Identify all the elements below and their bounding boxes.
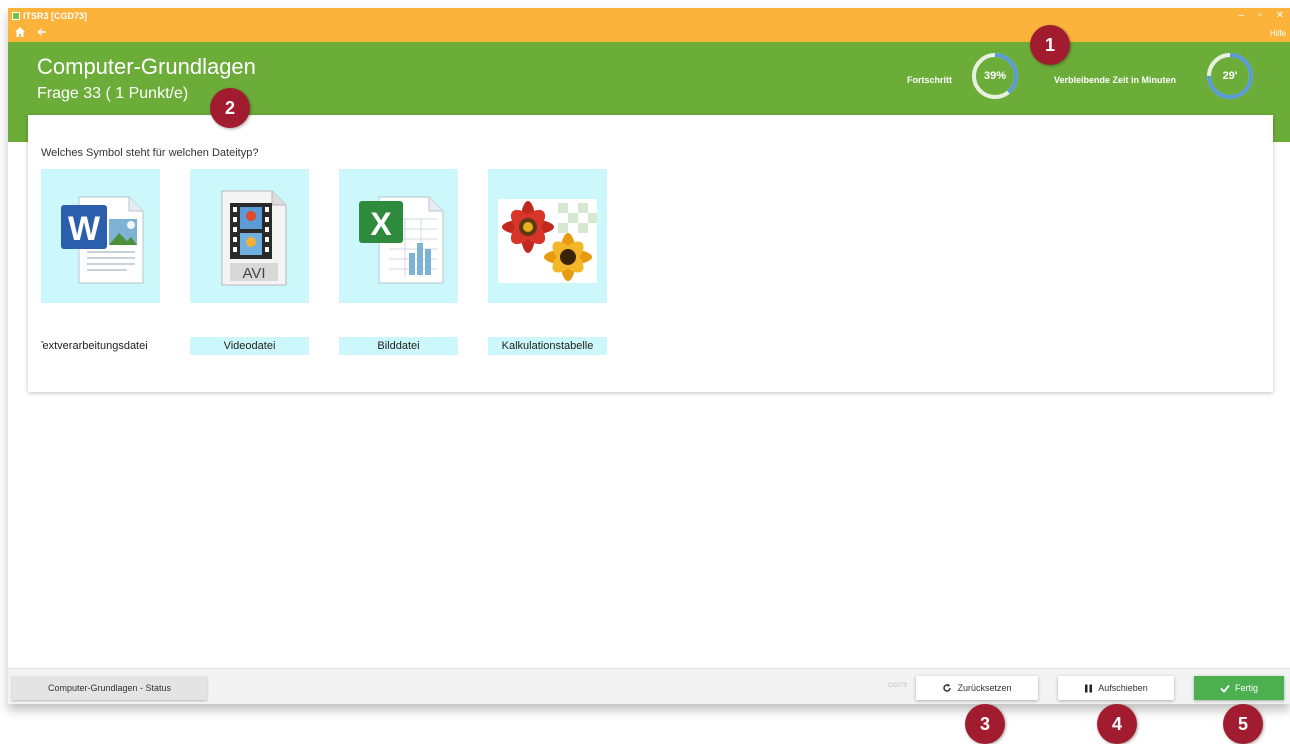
time-label: Verbleibende Zeit in Minuten — [1054, 75, 1177, 85]
done-button[interactable]: Fertig — [1194, 676, 1284, 700]
marker-1: 1 — [1030, 25, 1070, 65]
postpone-label: Aufschieben — [1098, 683, 1148, 693]
drop-label-bilddatei[interactable]: Bilddatei — [339, 337, 458, 355]
question-card: Welches Symbol steht für welchen Dateity… — [28, 115, 1273, 392]
question-text: Welches Symbol steht für welchen Dateity… — [41, 147, 259, 159]
item-code: CG073 — [888, 683, 908, 689]
marker-5: 5 — [1223, 704, 1263, 744]
drop-label-textverarbeitungsdatei[interactable]: Textverarbeitungsdatei — [41, 337, 160, 355]
progress-value: 39% — [983, 70, 1007, 82]
refresh-icon — [943, 683, 952, 692]
app-title: ITSR3 [CGD73] — [12, 11, 87, 21]
restore-button[interactable]: ▫ — [1258, 10, 1262, 21]
done-label: Fertig — [1234, 683, 1258, 693]
drop-label-kalkulationstabelle[interactable]: Kalkulationstabelle — [488, 337, 607, 355]
course-title: Computer-Grundlagen — [37, 54, 256, 79]
excel-spreadsheet-icon: X — [359, 196, 444, 284]
help-link[interactable]: Hilfe — [1270, 29, 1286, 38]
drop-label-videodatei[interactable]: Videodatei — [190, 337, 309, 355]
back-arrow-icon[interactable] — [36, 26, 48, 38]
status-button[interactable]: Computer-Grundlagen - Status — [12, 676, 207, 700]
reset-button[interactable]: Zurücksetzen — [916, 676, 1038, 700]
time-ring: 29' — [1205, 51, 1255, 101]
app-logo-icon — [12, 12, 20, 20]
drag-tile-flower-image[interactable] — [488, 169, 607, 303]
marker-4: 4 — [1097, 704, 1137, 744]
postpone-button[interactable]: Aufschieben — [1058, 676, 1174, 700]
close-button[interactable]: ✕ — [1276, 10, 1284, 21]
progress-ring: 39% — [970, 51, 1020, 101]
flower-image-icon — [498, 199, 597, 283]
question-info: Frage 33 ( 1 Punkt/e) — [37, 85, 189, 102]
drag-tile-word-document[interactable]: W — [41, 169, 160, 303]
bottom-bar: Computer-Grundlagen - Status CG073 Zurüc… — [8, 668, 1290, 704]
progress-label: Fortschritt — [907, 75, 952, 85]
drag-tile-excel-spreadsheet[interactable]: X — [339, 169, 458, 303]
app-title-text: ITSR3 [CGD73] — [23, 11, 88, 21]
home-icon[interactable] — [14, 26, 26, 38]
time-value: 29' — [1222, 70, 1238, 82]
minimize-button[interactable]: – — [1239, 10, 1245, 21]
app-window: ITSR3 [CGD73] – ▫ ✕ Hilfe Computer-Grund… — [8, 8, 1290, 704]
word-icon-letter: W — [68, 210, 101, 248]
title-bar: ITSR3 [CGD73] – ▫ ✕ Hilfe — [8, 8, 1290, 42]
reset-label: Zurücksetzen — [957, 683, 1012, 693]
marker-3: 3 — [965, 704, 1005, 744]
avi-video-icon: AVI — [221, 190, 287, 286]
pause-icon — [1085, 684, 1093, 692]
excel-icon-letter: X — [370, 206, 392, 242]
checkmark-icon — [1220, 684, 1230, 693]
word-document-icon: W — [61, 196, 144, 284]
marker-2: 2 — [210, 88, 250, 128]
drag-tile-avi-video[interactable]: AVI — [190, 169, 309, 303]
avi-icon-text: AVI — [242, 265, 265, 282]
